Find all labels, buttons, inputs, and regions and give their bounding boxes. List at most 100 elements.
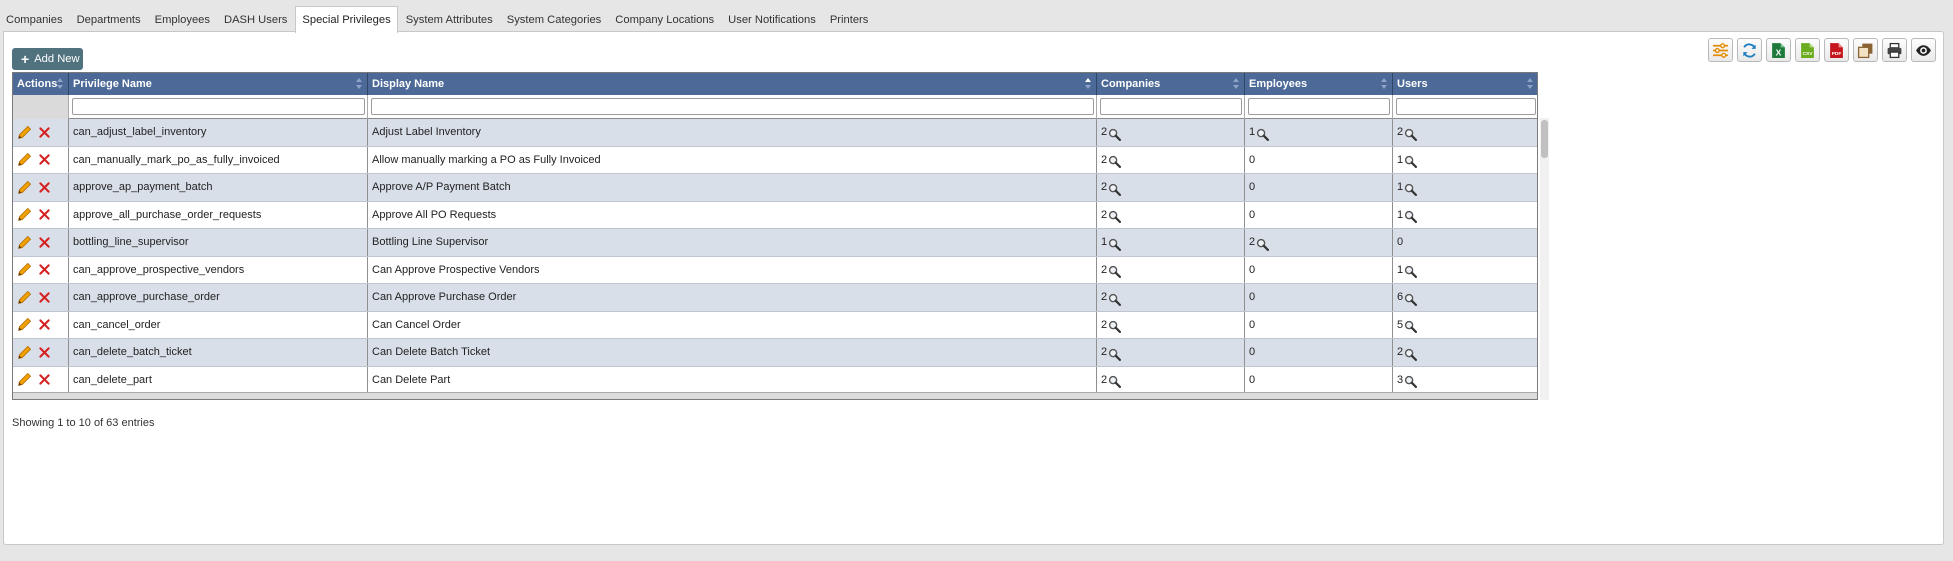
cell-employees: 0 xyxy=(1245,311,1393,338)
delete-x-icon[interactable] xyxy=(39,319,50,330)
magnifier-icon[interactable] xyxy=(1108,320,1122,334)
filter-cell xyxy=(1245,95,1393,119)
horizontal-scrollbar[interactable] xyxy=(13,392,1537,399)
pencil-icon[interactable] xyxy=(17,317,32,332)
refresh-button[interactable] xyxy=(1737,38,1762,62)
pencil-icon[interactable] xyxy=(17,345,32,360)
delete-x-icon[interactable] xyxy=(39,347,50,358)
filter-input-users[interactable] xyxy=(1396,98,1536,115)
plus-icon: + xyxy=(21,51,30,67)
export-pdf-button[interactable]: PDF xyxy=(1824,38,1849,62)
pencil-icon[interactable] xyxy=(17,152,32,167)
magnifier-icon[interactable] xyxy=(1108,348,1122,361)
scrollbar-thumb[interactable] xyxy=(1541,120,1548,158)
magnifier-icon[interactable] xyxy=(1404,320,1418,334)
filter-input-employees[interactable] xyxy=(1248,98,1390,115)
cell-value: can_approve_purchase_order xyxy=(73,291,220,304)
magnifier-icon[interactable] xyxy=(1256,128,1270,141)
eye-icon xyxy=(1916,44,1931,56)
filter-cell xyxy=(1097,95,1245,119)
filter-input-privilege-name[interactable] xyxy=(72,98,365,115)
delete-x-icon[interactable] xyxy=(39,264,50,275)
magnifier-icon[interactable] xyxy=(1404,128,1418,141)
tab-company-locations[interactable]: Company Locations xyxy=(609,8,720,32)
pencil-icon[interactable] xyxy=(17,262,32,277)
magnifier-icon[interactable] xyxy=(1108,183,1122,196)
svg-text:X: X xyxy=(1776,47,1782,57)
cell-companies: 2 xyxy=(1097,256,1245,283)
vertical-scrollbar[interactable] xyxy=(1540,118,1549,400)
cell-display-name: Approve All PO Requests xyxy=(368,201,1097,228)
tab-employees[interactable]: Employees xyxy=(149,8,216,32)
delete-x-icon[interactable] xyxy=(39,154,50,165)
table-row: can_adjust_label_inventory Adjust Label I… xyxy=(13,119,1537,147)
filter-cell xyxy=(1393,95,1537,119)
magnifier-icon[interactable] xyxy=(1108,128,1122,141)
magnifier-icon[interactable] xyxy=(1404,183,1418,196)
export-csv-button[interactable]: CSV xyxy=(1795,38,1820,62)
column-visibility-button[interactable] xyxy=(1911,38,1936,62)
add-new-button[interactable]: + Add New xyxy=(12,48,83,70)
magnifier-icon[interactable] xyxy=(1256,238,1270,251)
column-header-label: Companies xyxy=(1101,78,1161,90)
tab-special-privileges[interactable]: Special Privileges xyxy=(295,6,398,33)
magnifier-icon[interactable] xyxy=(1108,375,1122,389)
column-settings-button[interactable] xyxy=(1708,38,1733,62)
tab-bar: Companies Departments Employees DASH Users S… xyxy=(0,6,876,33)
tab-system-attributes[interactable]: System Attributes xyxy=(400,8,499,32)
magnifier-icon[interactable] xyxy=(1404,155,1418,169)
delete-x-icon[interactable] xyxy=(39,237,50,248)
magnifier-icon[interactable] xyxy=(1108,210,1122,224)
magnifier-icon[interactable] xyxy=(1404,293,1418,306)
cell-privilege-name: approve_ap_payment_batch xyxy=(69,174,368,201)
column-header-users[interactable]: Users xyxy=(1393,73,1537,95)
cell-value: 2 xyxy=(1101,153,1108,166)
delete-x-icon[interactable] xyxy=(39,182,50,193)
pencil-icon[interactable] xyxy=(17,180,32,195)
delete-x-icon[interactable] xyxy=(39,374,50,385)
magnifier-icon[interactable] xyxy=(1108,238,1122,251)
tab-dash-users[interactable]: DASH Users xyxy=(218,8,293,32)
magnifier-icon[interactable] xyxy=(1404,375,1418,389)
actions-cell xyxy=(13,366,69,392)
tab-user-notifications[interactable]: User Notifications xyxy=(722,8,822,32)
print-button[interactable] xyxy=(1882,38,1907,62)
pencil-icon[interactable] xyxy=(17,207,32,222)
delete-x-icon[interactable] xyxy=(39,292,50,303)
magnifier-icon[interactable] xyxy=(1108,155,1122,169)
delete-x-icon[interactable] xyxy=(39,127,50,138)
cell-value: Can Approve Purchase Order xyxy=(372,291,517,304)
copy-button[interactable] xyxy=(1853,38,1878,62)
magnifier-icon[interactable] xyxy=(1108,265,1122,279)
magnifier-icon[interactable] xyxy=(1404,348,1418,361)
filter-input-companies[interactable] xyxy=(1100,98,1242,115)
column-header-employees[interactable]: Employees xyxy=(1245,73,1393,95)
tab-companies[interactable]: Companies xyxy=(0,8,69,32)
cell-value: 0 xyxy=(1249,318,1256,331)
tab-printers[interactable]: Printers xyxy=(824,8,875,32)
export-excel-button[interactable]: X xyxy=(1766,38,1791,62)
cell-value: 2 xyxy=(1397,346,1404,359)
cell-display-name: Can Cancel Order xyxy=(368,311,1097,338)
filter-input-display-name[interactable] xyxy=(371,98,1094,115)
cell-users: 2 xyxy=(1393,339,1537,366)
pencil-icon[interactable] xyxy=(17,125,32,140)
pencil-icon[interactable] xyxy=(17,235,32,250)
pencil-icon[interactable] xyxy=(17,372,32,387)
column-header-display-name[interactable]: Display Name xyxy=(368,73,1097,95)
magnifier-icon[interactable] xyxy=(1404,265,1418,279)
delete-x-icon[interactable] xyxy=(39,209,50,220)
column-header-actions[interactable]: Actions xyxy=(13,73,69,95)
tab-departments[interactable]: Departments xyxy=(71,8,147,32)
magnifier-icon[interactable] xyxy=(1108,293,1122,306)
cell-value: can_adjust_label_inventory xyxy=(73,126,207,139)
tab-system-categories[interactable]: System Categories xyxy=(501,8,608,32)
cell-value: Approve All PO Requests xyxy=(372,208,497,221)
cell-employees: 0 xyxy=(1245,201,1393,228)
cell-users: 1 xyxy=(1393,202,1537,229)
cell-value: approve_ap_payment_batch xyxy=(73,181,213,194)
pencil-icon[interactable] xyxy=(17,290,32,305)
column-header-companies[interactable]: Companies xyxy=(1097,73,1245,95)
magnifier-icon[interactable] xyxy=(1404,210,1418,224)
column-header-privilege-name[interactable]: Privilege Name xyxy=(69,73,368,95)
